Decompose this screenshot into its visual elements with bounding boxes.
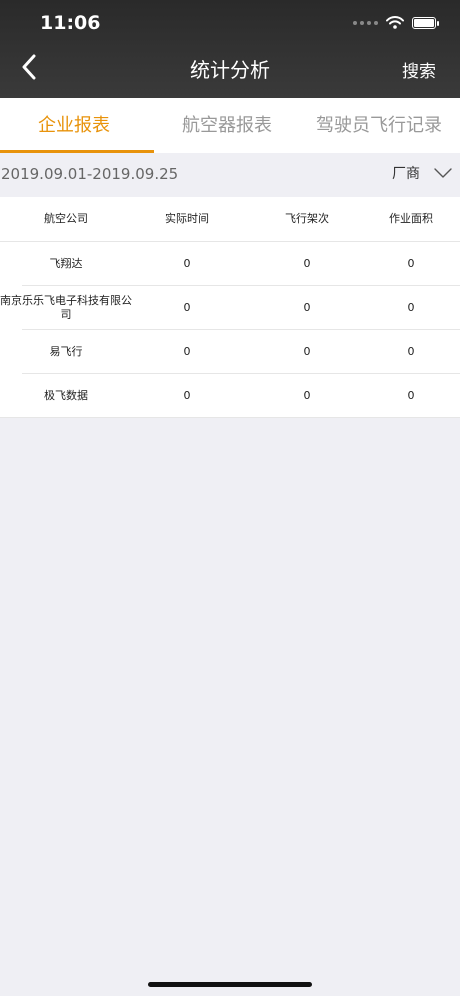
cell-flights: 0 [303, 300, 311, 314]
cell-flights: 0 [303, 256, 311, 270]
cell-flights: 0 [303, 344, 311, 358]
cell-flights: 0 [303, 388, 311, 402]
column-header-company: 航空公司 [44, 212, 88, 226]
tab-pilot-flight-record[interactable]: 驾驶员飞行记录 [316, 98, 442, 153]
nav-header: 11:06 统计分析 搜索 [0, 0, 460, 98]
wifi-icon [386, 16, 404, 29]
tab-enterprise-report[interactable]: 企业报表 [38, 98, 110, 153]
column-header-area: 作业面积 [389, 212, 433, 226]
cell-company: 极飞数据 [44, 388, 88, 402]
report-table: 航空公司 实际时间 飞行架次 作业面积 飞翔达 0 0 0 南京乐乐飞电子科技有… [0, 197, 460, 418]
cell-area: 0 [407, 300, 415, 314]
signal-icon [353, 20, 378, 25]
home-indicator [148, 982, 312, 987]
cell-time: 0 [183, 344, 191, 358]
cell-company: 飞翔达 [49, 256, 83, 270]
table-row: 易飞行 0 0 0 [22, 330, 460, 374]
cell-area: 0 [407, 388, 415, 402]
chevron-down-icon [434, 168, 452, 178]
cell-time: 0 [183, 388, 191, 402]
table-row: 南京乐乐飞电子科技有限公司 0 0 0 [0, 286, 460, 330]
vendor-select[interactable]: 厂商 [392, 163, 452, 183]
filter-bar: 2019.09.01-2019.09.25 厂商 [0, 153, 460, 197]
cell-area: 0 [407, 256, 415, 270]
date-range-filter[interactable]: 2019.09.01-2019.09.25 [1, 165, 178, 183]
table-header-row: 航空公司 实际时间 飞行架次 作业面积 [0, 197, 460, 242]
column-header-time: 实际时间 [165, 212, 209, 226]
table-row: 飞翔达 0 0 0 [22, 242, 460, 286]
vendor-label: 厂商 [392, 166, 420, 182]
page-title: 统计分析 [190, 58, 270, 82]
tab-aircraft-report[interactable]: 航空器报表 [182, 98, 272, 153]
report-tabs: 企业报表 航空器报表 驾驶员飞行记录 [0, 98, 460, 153]
status-time: 11:06 [40, 12, 101, 34]
column-header-flights: 飞行架次 [285, 212, 329, 226]
cell-company: 南京乐乐飞电子科技有限公司 [0, 294, 132, 321]
table-row: 极飞数据 0 0 0 [0, 374, 460, 418]
cell-time: 0 [183, 300, 191, 314]
cell-area: 0 [407, 344, 415, 358]
search-button[interactable]: 搜索 [402, 57, 436, 82]
cell-company: 易飞行 [49, 344, 83, 358]
status-icons [353, 16, 439, 29]
cell-time: 0 [183, 256, 191, 270]
battery-icon [412, 16, 439, 29]
